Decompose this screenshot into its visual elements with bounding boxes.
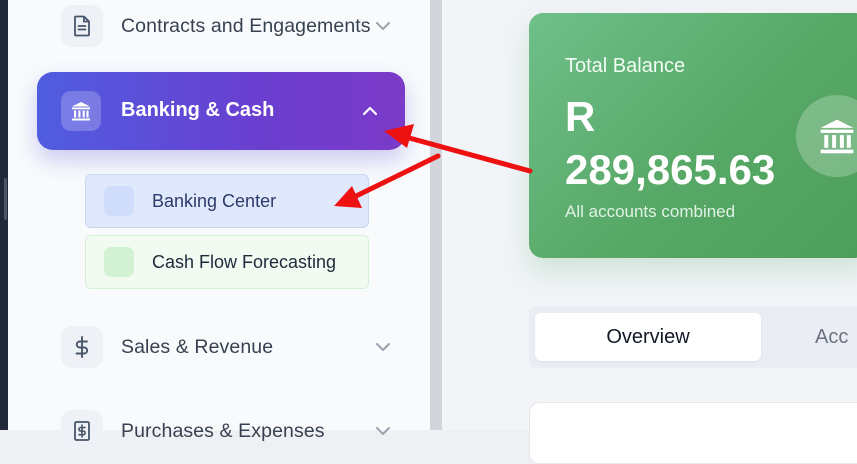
sidebar-subitem-cash-flow[interactable]: Cash Flow Forecasting [85,235,369,289]
chevron-down-icon[interactable] [374,338,392,356]
tab-bar: Overview Acc [529,306,857,368]
bank-icon [796,95,857,177]
sidebar-item-banking-cash[interactable]: Banking & Cash [37,72,405,150]
sidebar-item-label: Sales & Revenue [121,335,274,358]
balance-label: Total Balance [565,55,686,77]
balance-amount: 289,865.63 [565,146,776,193]
receipt-icon [61,410,103,452]
tab-overview[interactable]: Overview [535,313,761,361]
cash-flow-icon [104,247,134,277]
edge-handle [4,178,7,220]
sidebar-item-label: Banking & Cash [121,99,275,121]
content-panel [529,402,857,464]
sidebar-item-contracts[interactable]: Contracts and Engagements [61,5,406,47]
sidebar-item-label: Purchases & Expenses [121,419,325,442]
sidebar-item-label: Contracts and Engagements [121,14,371,37]
chevron-down-icon[interactable] [374,17,392,35]
sidebar-subitem-banking-center[interactable]: Banking Center [85,174,369,228]
chevron-down-icon[interactable] [374,422,392,440]
sidebar-subitem-label: Banking Center [152,190,277,211]
sidebar-scrollbar[interactable] [430,0,442,430]
window-edge [0,0,8,430]
total-balance-card: Total Balance R 289,865.63 All accounts … [529,13,857,258]
dollar-icon [61,326,103,368]
document-icon [61,5,103,47]
balance-currency: R [565,93,596,140]
banking-center-icon [104,186,134,216]
tab-accounts[interactable]: Acc [815,313,857,361]
sidebar-item-sales-revenue[interactable]: Sales & Revenue [61,326,406,368]
sidebar-subitem-label: Cash Flow Forecasting [152,251,337,272]
sidebar-item-purchases-expenses[interactable]: Purchases & Expenses [61,410,406,452]
chevron-up-icon[interactable] [361,102,379,120]
bank-icon [61,91,101,131]
balance-subtitle: All accounts combined [565,202,736,221]
